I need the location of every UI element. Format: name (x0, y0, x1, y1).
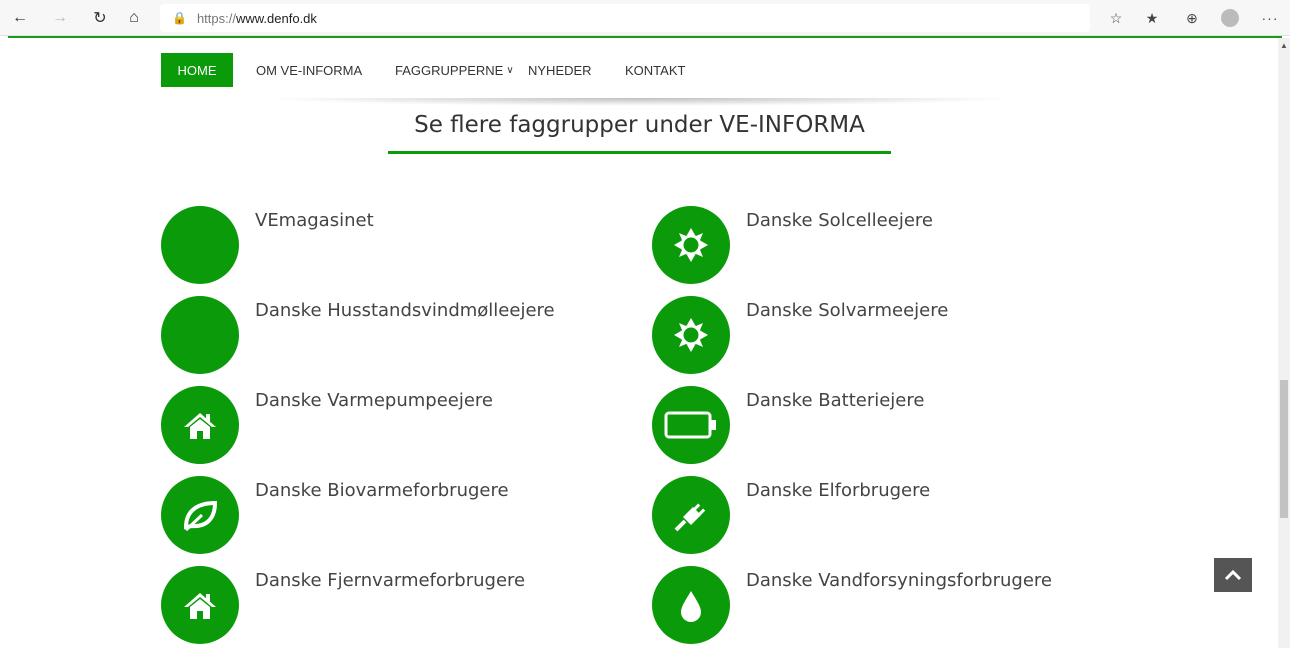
group-item[interactable]: Danske Biovarmeforbrugere (161, 476, 641, 556)
group-item[interactable]: Danske Solvarmeejere (652, 296, 1132, 376)
nav-om-label: OM VE-INFORMA (256, 62, 363, 78)
back-arrow-icon[interactable]: ← (8, 6, 32, 30)
group-item[interactable]: Danske Varmepumpeejere (161, 386, 641, 466)
group-label: Danske Biovarmeforbrugere (255, 480, 509, 501)
group-label: Danske Fjernvarmeforbrugere (255, 570, 526, 591)
group-label: Danske Varmepumpeejere (255, 390, 493, 411)
nav-nyheder-label: NYHEDER (528, 62, 592, 78)
url-scheme: https:// (196, 10, 236, 26)
home-icon (161, 386, 239, 464)
home-icon[interactable]: ⌂ (122, 6, 146, 30)
forward-arrow-icon[interactable]: → (48, 6, 72, 30)
blank-circle-icon (161, 296, 239, 374)
browser-toolbar: ← → ↻ ⌂ 🔒 https://www.denfo.dk ☆ ★ ⊕ ··· (0, 0, 1290, 36)
add-favorite-icon[interactable]: ☆ (1104, 6, 1128, 30)
site-navigation: HOME OM VE-INFORMA FAGGRUPPERNE ∨ NYHEDER… (0, 38, 1278, 100)
address-bar[interactable]: 🔒 https://www.denfo.dk (160, 4, 1090, 32)
chevron-up-icon (1224, 569, 1242, 581)
profile-icon[interactable] (1218, 6, 1242, 30)
back-to-top-button[interactable] (1214, 558, 1252, 592)
page-scrollbar[interactable]: ▲ (1278, 38, 1290, 648)
scroll-up-icon[interactable]: ▲ (1278, 40, 1290, 52)
group-item[interactable]: Danske Fjernvarmeforbrugere (161, 566, 641, 646)
nav-om-ve-informa[interactable]: OM VE-INFORMA (256, 53, 362, 87)
nav-kontakt-label: KONTAKT (625, 62, 686, 78)
battery-icon (652, 386, 730, 464)
favorites-icon[interactable]: ★ (1140, 6, 1164, 30)
lock-icon: 🔒 (172, 11, 187, 25)
nav-divider-shadow (260, 98, 1020, 106)
nav-home[interactable]: HOME (161, 53, 233, 87)
nav-home-label: HOME (177, 62, 217, 78)
group-label: VEmagasinet (255, 210, 374, 231)
group-label: Danske Batteriejere (746, 390, 925, 411)
group-label: Danske Husstandsvindmølleejere (255, 300, 555, 321)
group-item[interactable]: Danske Batteriejere (652, 386, 1132, 466)
nav-kontakt[interactable]: KONTAKT (625, 53, 685, 87)
group-label: Danske Solvarmeejere (746, 300, 949, 321)
group-item[interactable]: Danske Elforbrugere (652, 476, 1132, 556)
group-item[interactable]: VEmagasinet (161, 206, 641, 286)
leaf-icon (161, 476, 239, 554)
heading-underline (388, 151, 891, 154)
nav-faggrupperne-label: FAGGRUPPERNE (395, 62, 504, 78)
group-item[interactable]: Danske Husstandsvindmølleejere (161, 296, 641, 376)
scrollbar-thumb[interactable] (1280, 380, 1288, 518)
blank-circle-icon (161, 206, 239, 284)
section-heading: Se flere faggrupper under VE-INFORMA (414, 112, 865, 138)
sun-icon (652, 206, 730, 284)
group-label: Danske Vandforsyningsforbrugere (746, 570, 1052, 591)
sun-icon (652, 296, 730, 374)
group-item[interactable]: Danske Vandforsyningsforbrugere (652, 566, 1132, 646)
water-drop-icon (652, 566, 730, 644)
chevron-down-icon: ∨ (506, 64, 514, 76)
url-host: www.denfo.dk (235, 10, 317, 26)
group-label: Danske Elforbrugere (746, 480, 931, 501)
reload-icon[interactable]: ↻ (88, 6, 112, 30)
group-label: Danske Solcelleejere (746, 210, 933, 231)
group-item[interactable]: Danske Solcelleejere (652, 206, 1132, 286)
home-icon (161, 566, 239, 644)
collections-icon[interactable]: ⊕ (1180, 6, 1204, 30)
plug-icon (652, 476, 730, 554)
more-icon[interactable]: ··· (1258, 6, 1282, 30)
nav-nyheder[interactable]: NYHEDER (528, 53, 592, 87)
nav-faggrupperne[interactable]: FAGGRUPPERNE ∨ (395, 53, 514, 87)
